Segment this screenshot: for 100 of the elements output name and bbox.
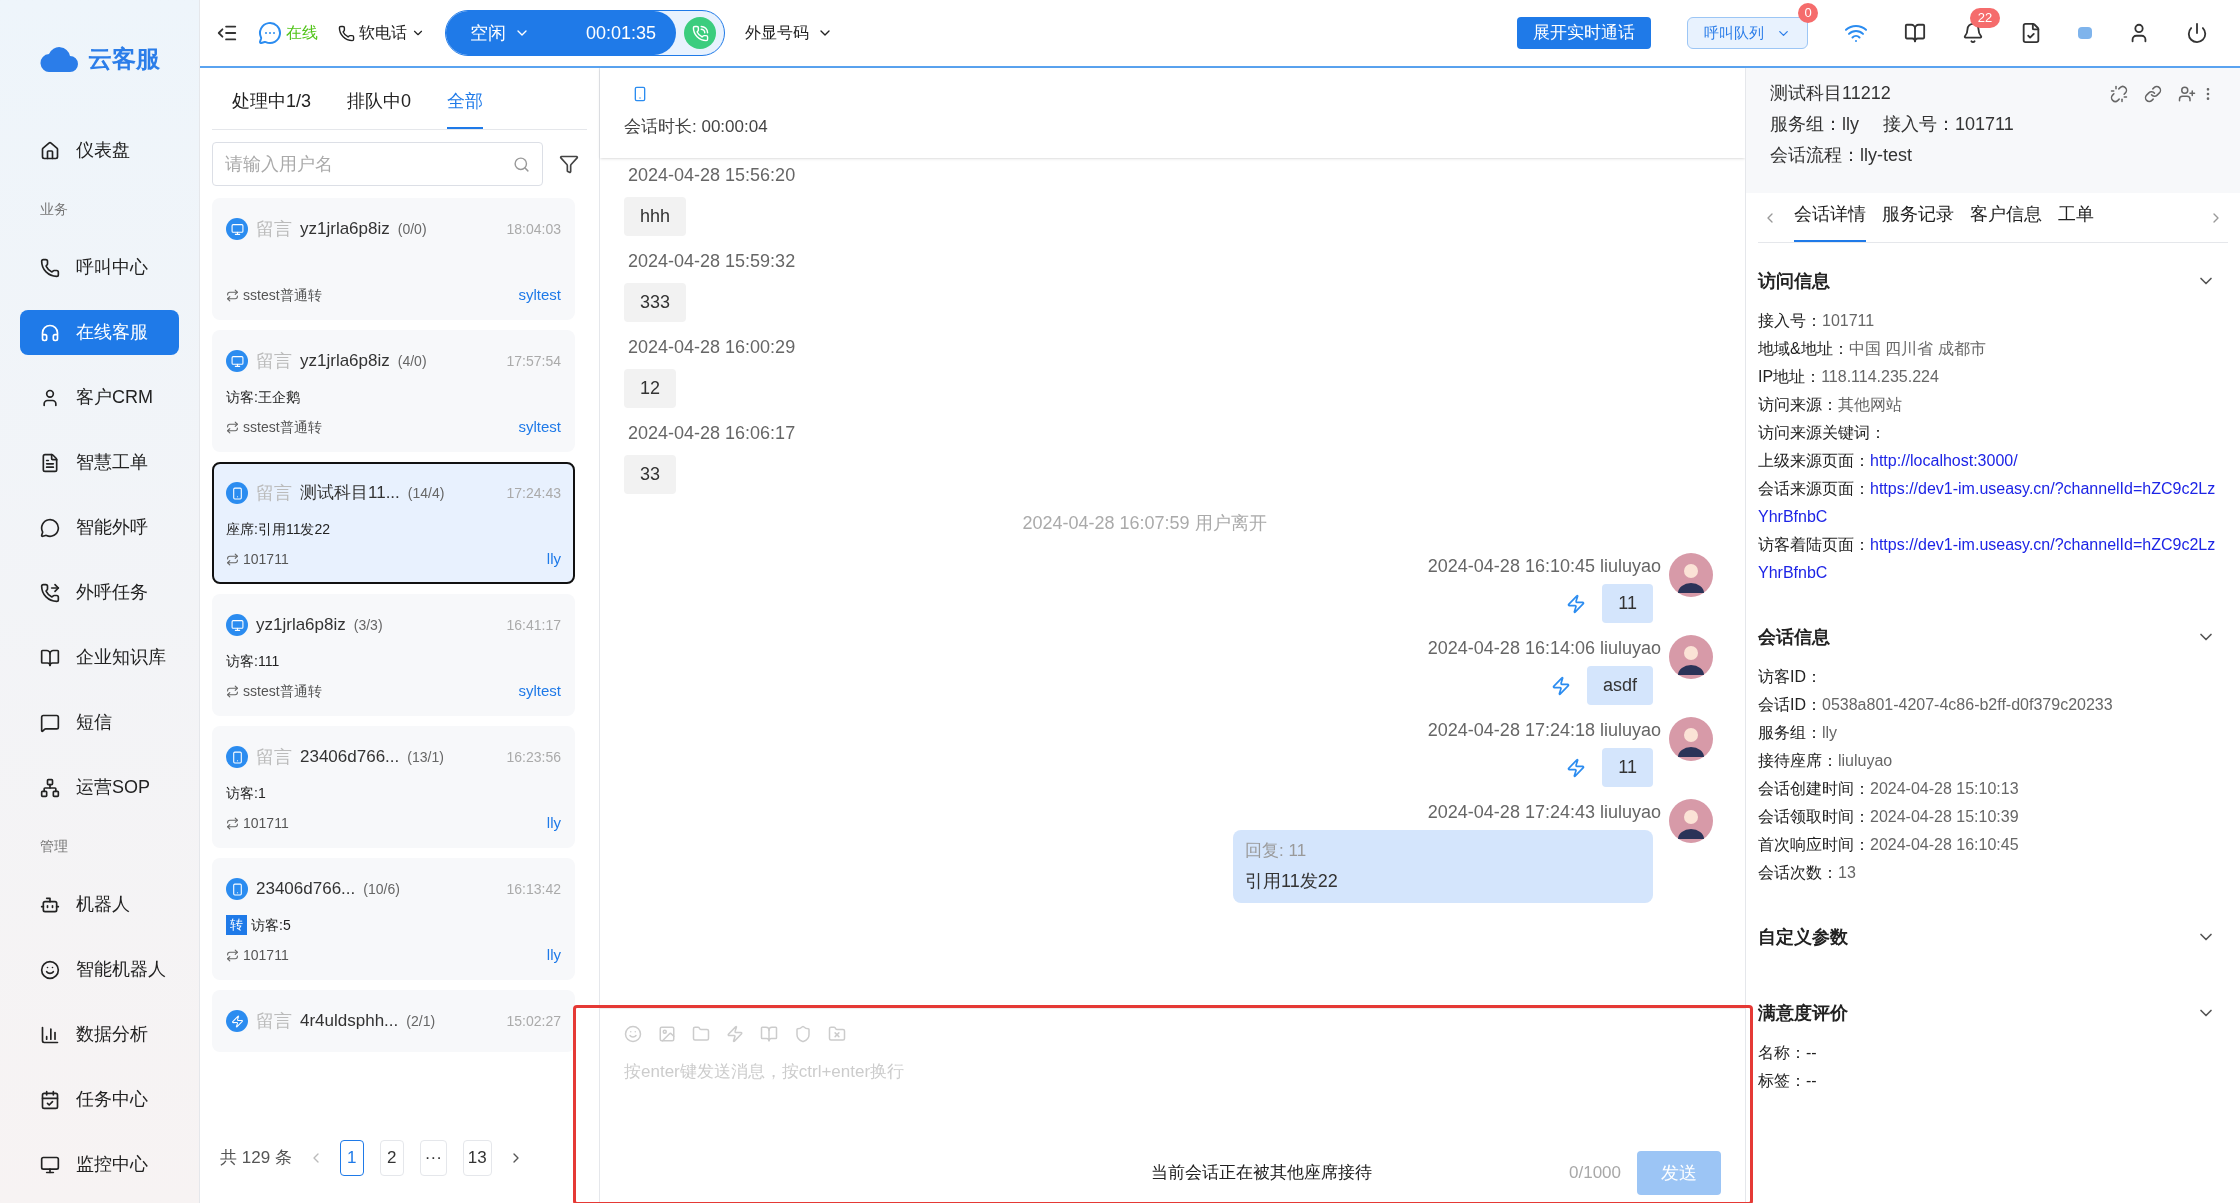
nav-item[interactable]: 任务中心 [20, 1077, 179, 1122]
message-time: 2024-04-28 15:56:20 [627, 164, 796, 187]
page-button[interactable]: 13 [462, 1140, 492, 1176]
phone-icon [691, 24, 709, 42]
notification-badge: 22 [1970, 8, 2000, 28]
message-preview: 座席:引用11发22 [226, 519, 330, 539]
reply-text: 引用11发22 [1245, 869, 1339, 893]
power-icon[interactable] [2186, 22, 2208, 44]
message-preview: 访客:5 [251, 915, 291, 935]
list-tab[interactable]: 全部 [447, 88, 484, 129]
conversation-time: 15:02:27 [506, 1011, 561, 1031]
filter-icon[interactable] [559, 154, 579, 174]
nav-item[interactable]: 呼叫中心 [20, 245, 179, 290]
online-status: 在线 [286, 23, 318, 43]
user-add-icon[interactable] [2178, 84, 2196, 103]
link-icon[interactable] [2144, 84, 2162, 103]
caller-id-dropdown[interactable]: 外显号码 [745, 21, 834, 45]
visitor-message-bubble: 333 [624, 283, 687, 322]
page-button[interactable]: 2 [379, 1140, 404, 1176]
info-field: 会话领取时间：2024-04-28 15:10:39 [1758, 803, 2228, 831]
nav-item[interactable]: 外呼任务 [20, 570, 179, 615]
conversation-card[interactable]: 留言 23406d766... (13/1) 16:23:56 访客:1 101711 lly [212, 726, 575, 848]
monitor-icon [40, 1154, 60, 1175]
document-check-icon[interactable] [2020, 22, 2042, 44]
takeover-notice: 当前会话正在被其他座席接待 [1151, 1162, 1372, 1185]
agent-name: lly [546, 812, 561, 833]
conversation-time: 16:23:56 [506, 747, 561, 767]
detail-tab[interactable]: 客户信息 [1970, 201, 2042, 242]
nav-item[interactable]: 数据分析 [20, 1012, 179, 1057]
conversation-card[interactable]: 23406d766... (10/6) 16:13:42 转 访客:5 101711 lly [212, 858, 575, 980]
nav-item[interactable]: 智能机器人 [20, 947, 179, 992]
page-button[interactable]: 1 [339, 1140, 364, 1176]
system-notice: 2024-04-28 16:07:59 用户离开 [1022, 512, 1267, 535]
info-field: 地域&地址：中国 四川省 成都市 [1758, 335, 2228, 363]
total-count: 共 129 条 [220, 1147, 292, 1170]
agent-name: syltest [518, 680, 561, 701]
message-preview: 访客:王企鹅 [226, 387, 300, 407]
conversation-card[interactable]: 留言 4r4uldsphh... (2/1) 15:02:27 [212, 990, 575, 1052]
call-state-dropdown[interactable]: 空闲 [446, 11, 554, 55]
detail-tab[interactable]: 会话详情 [1794, 201, 1866, 242]
conversation-time: 18:04:03 [506, 219, 561, 239]
unlink-icon[interactable] [2110, 84, 2128, 103]
nav-item[interactable]: 机器人 [20, 882, 179, 927]
page-button[interactable]: ··· [419, 1140, 447, 1176]
conversation-card[interactable]: yz1jrla6p8iz (3/3) 16:41:17 访客:111 sstest普通转 syltest [212, 594, 575, 716]
visitor-name: 测试科目11... [300, 482, 400, 505]
nav-item[interactable]: 在线客服 [20, 310, 179, 355]
nav-item[interactable]: 智慧工单 [20, 440, 179, 485]
detail-tab[interactable]: 工单 [2058, 201, 2094, 242]
nav-item[interactable]: 客户CRM [20, 375, 179, 420]
nav-item[interactable]: 运营SOP [20, 765, 179, 810]
info-field: 服务组：lly [1758, 719, 2228, 747]
conversation-time: 17:24:43 [506, 483, 561, 503]
route-icon [226, 684, 239, 698]
bell-icon[interactable] [1962, 22, 1984, 44]
message-time: 2024-04-28 15:59:32 [627, 250, 796, 273]
phone-icon [338, 24, 355, 42]
bar-chart-icon [40, 1024, 60, 1045]
visitor-name: yz1jrla6p8iz [300, 218, 390, 241]
monitor-icon [226, 218, 248, 240]
message-time: 2024-04-28 16:14:06 liuluyao [1427, 637, 1661, 660]
monitor-icon [226, 614, 248, 636]
section-title: 会话信息 [1758, 625, 1831, 649]
visitor-message-bubble: 33 [624, 455, 677, 494]
visitor-name: yz1jrla6p8iz [256, 614, 346, 637]
nav-item[interactable]: 短信 [20, 700, 179, 745]
service-group: 服务组：lly [1770, 111, 1859, 138]
agent-avatar [1669, 635, 1713, 679]
document-icon [40, 452, 60, 473]
visitor-message-bubble: hhh [624, 197, 687, 236]
list-tab[interactable]: 处理中1/3 [232, 88, 312, 129]
detail-tab[interactable]: 服务记录 [1882, 201, 1954, 242]
agent-avatar [1669, 717, 1713, 761]
live-call-button[interactable]: 展开实时通话 [1517, 17, 1651, 49]
info-field: 访问来源关键词： [1758, 419, 2228, 447]
app-icon [226, 1010, 248, 1032]
call-queue-dropdown[interactable]: 呼叫队列 [1687, 17, 1808, 49]
book-icon[interactable] [1904, 22, 1926, 44]
monitor-icon [226, 350, 248, 372]
message-count: (14/4) [407, 483, 445, 503]
list-tab[interactable]: 排队中0 [347, 88, 412, 129]
route-name: sstest普通转 [243, 285, 322, 305]
mobile-device-icon [632, 86, 648, 103]
nav-item[interactable]: 监控中心 [20, 1142, 179, 1187]
visitor-name: 23406d766... [256, 878, 356, 901]
nav-item[interactable]: 智能外呼 [20, 505, 179, 550]
agent-name: lly [546, 944, 561, 965]
info-field: 上级来源页面：http://localhost:3000/ [1758, 447, 2228, 475]
info-field: 名称：-- [1758, 1039, 2228, 1067]
nav-item[interactable]: 企业知识库 [20, 635, 179, 680]
nav-item[interactable]: 仪表盘 [20, 128, 179, 173]
conversation-time: 16:41:17 [506, 615, 561, 635]
message-count: (2/1) [406, 1011, 436, 1031]
section-title: 满意度评价 [1758, 1001, 1849, 1025]
softphone-dropdown[interactable]: 软电话 [338, 21, 425, 45]
user-icon [40, 387, 60, 408]
conversation-card[interactable]: 留言 yz1jrla6p8iz (4/0) 17:57:54 访客:王企鹅 sstest普通转 syltest [212, 330, 575, 452]
conversation-card[interactable]: 留言 yz1jrla6p8iz (0/0) 18:04:03 sstest普通转 syltest [212, 198, 575, 320]
conversation-card[interactable]: 留言 测试科目11... (14/4) 17:24:43 座席:引用11发22 101711 lly [212, 462, 575, 584]
info-field: 接入号：101711 [1758, 307, 2228, 335]
